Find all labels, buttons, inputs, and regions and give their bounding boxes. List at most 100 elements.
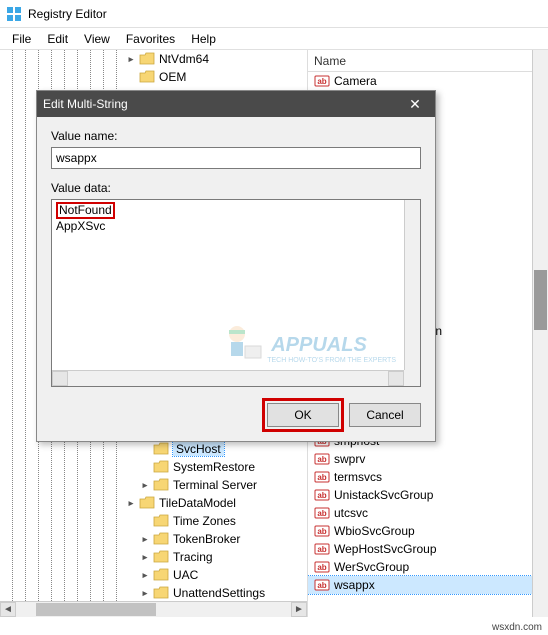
reg-string-icon: ab [314,73,330,89]
list-item-label: WbioSvcGroup [334,524,415,538]
folder-icon [153,478,169,492]
close-icon[interactable]: ✕ [401,96,429,113]
svg-text:ab: ab [317,77,326,86]
reg-string-icon: ab [314,451,330,467]
list-item-label: wsappx [334,578,375,592]
expand-icon[interactable]: ▸ [125,53,137,66]
reg-string-icon: ab [314,469,330,485]
reg-string-icon: ab [314,505,330,521]
list-item[interactable]: ab utcsvc [308,504,532,522]
textarea-horizontal-scrollbar[interactable] [52,370,404,386]
expand-icon[interactable]: ▸ [125,497,137,510]
folder-icon [139,52,155,66]
tree-label: SvcHost [173,442,224,456]
scroll-track[interactable] [16,602,291,617]
folder-icon [153,514,169,528]
svg-text:ab: ab [317,527,326,536]
list-vertical-scrollbar[interactable] [532,50,548,617]
folder-icon [153,442,169,456]
tree-item[interactable]: ▸ Tracing [125,548,307,566]
dialog-body: Value name: Value data: NotFound AppXSvc [37,117,435,393]
tree-item[interactable]: SvcHost [125,440,307,458]
tree-horizontal-scrollbar[interactable]: ◄ ► [0,601,307,617]
menu-file[interactable]: File [4,30,39,48]
ok-button[interactable]: OK [267,403,339,427]
cancel-button[interactable]: Cancel [349,403,421,427]
list-item-label: UnistackSvcGroup [334,488,433,502]
tree-label: OEM [159,70,192,84]
dialog-titlebar[interactable]: Edit Multi-String ✕ [37,91,435,117]
tree-item[interactable]: ▸UAC [125,566,307,584]
svg-text:ab: ab [317,491,326,500]
scroll-right-icon[interactable]: ► [291,602,307,617]
reg-string-icon: ab [314,541,330,557]
folder-icon [139,70,155,84]
list-item-label: termsvcs [334,470,382,484]
expand-icon[interactable]: ▸ [139,587,151,600]
textarea-vertical-scrollbar[interactable] [404,200,420,370]
svg-text:ab: ab [317,581,326,590]
dialog-buttons: OK Cancel [37,393,435,441]
tree-item[interactable]: ▸ UnattendSettings [125,584,307,601]
list-item[interactable]: ab Camera [308,72,532,90]
menu-help[interactable]: Help [183,30,224,48]
list-item-label: utcsvc [334,506,368,520]
list-item[interactable]: ab termsvcs [308,468,532,486]
menu-favorites[interactable]: Favorites [118,30,183,48]
tree-label: Tracing [173,550,219,564]
menu-view[interactable]: View [76,30,118,48]
scroll-right-icon[interactable] [388,371,404,386]
svg-text:ab: ab [317,563,326,572]
list-item[interactable]: ab WbioSvcGroup [308,522,532,540]
list-item[interactable]: ab WepHostSvcGroup [308,540,532,558]
menu-bar: File Edit View Favorites Help [0,28,548,50]
tree-label: TileDataModel [159,496,242,510]
footer-credit: wsxdn.com [492,622,542,633]
list-item[interactable]: ab wsappx [308,576,532,594]
tree-item[interactable]: SystemRestore [125,458,307,476]
expand-icon[interactable]: ▸ [139,551,151,564]
list-header-name[interactable]: Name [308,50,548,72]
list-scroll-thumb[interactable] [534,270,547,330]
folder-icon [153,460,169,474]
tree-item[interactable]: ▸Terminal Server [125,476,307,494]
reg-string-icon: ab [314,559,330,575]
svg-text:ab: ab [317,509,326,518]
scroll-left-icon[interactable] [52,371,68,386]
list-item-label: Camera [334,74,377,88]
reg-string-icon: ab [314,577,330,593]
value-name-label: Value name: [51,129,421,143]
value-data-textarea[interactable] [52,200,420,386]
tree-label: SystemRestore [173,460,261,474]
scroll-track[interactable] [68,371,388,386]
menu-edit[interactable]: Edit [39,30,76,48]
tree-item[interactable]: Time Zones [125,512,307,530]
scroll-left-icon[interactable]: ◄ [0,602,16,617]
window-titlebar: Registry Editor [0,0,548,28]
tree-item[interactable]: ▸ TileDataModel [125,494,307,512]
value-name-input[interactable] [51,147,421,169]
folder-icon [153,550,169,564]
expand-icon[interactable]: ▸ [139,479,151,492]
tree-label: NtVdm64 [159,52,215,66]
list-item[interactable]: ab WerSvcGroup [308,558,532,576]
expand-icon[interactable]: ▸ [139,533,151,546]
list-item-label: WepHostSvcGroup [334,542,437,556]
tree-item[interactable]: ▸ NtVdm64 [125,50,307,68]
expand-icon[interactable]: ▸ [139,569,151,582]
window-title: Registry Editor [28,7,107,21]
scrollbar-corner [404,370,420,386]
list-item[interactable]: abswprv [308,450,532,468]
tree-item[interactable]: ▸TokenBroker [125,530,307,548]
value-data-label: Value data: [51,181,421,195]
scroll-thumb[interactable] [36,603,156,616]
svg-text:ab: ab [317,545,326,554]
list-item-label: WerSvcGroup [334,560,409,574]
folder-icon [139,496,155,510]
tree-item[interactable]: OEM [125,68,307,86]
dialog-title: Edit Multi-String [43,97,401,111]
tree-label: UnattendSettings [173,586,271,600]
reg-string-icon: ab [314,523,330,539]
folder-icon [153,568,169,582]
list-item[interactable]: ab UnistackSvcGroup [308,486,532,504]
